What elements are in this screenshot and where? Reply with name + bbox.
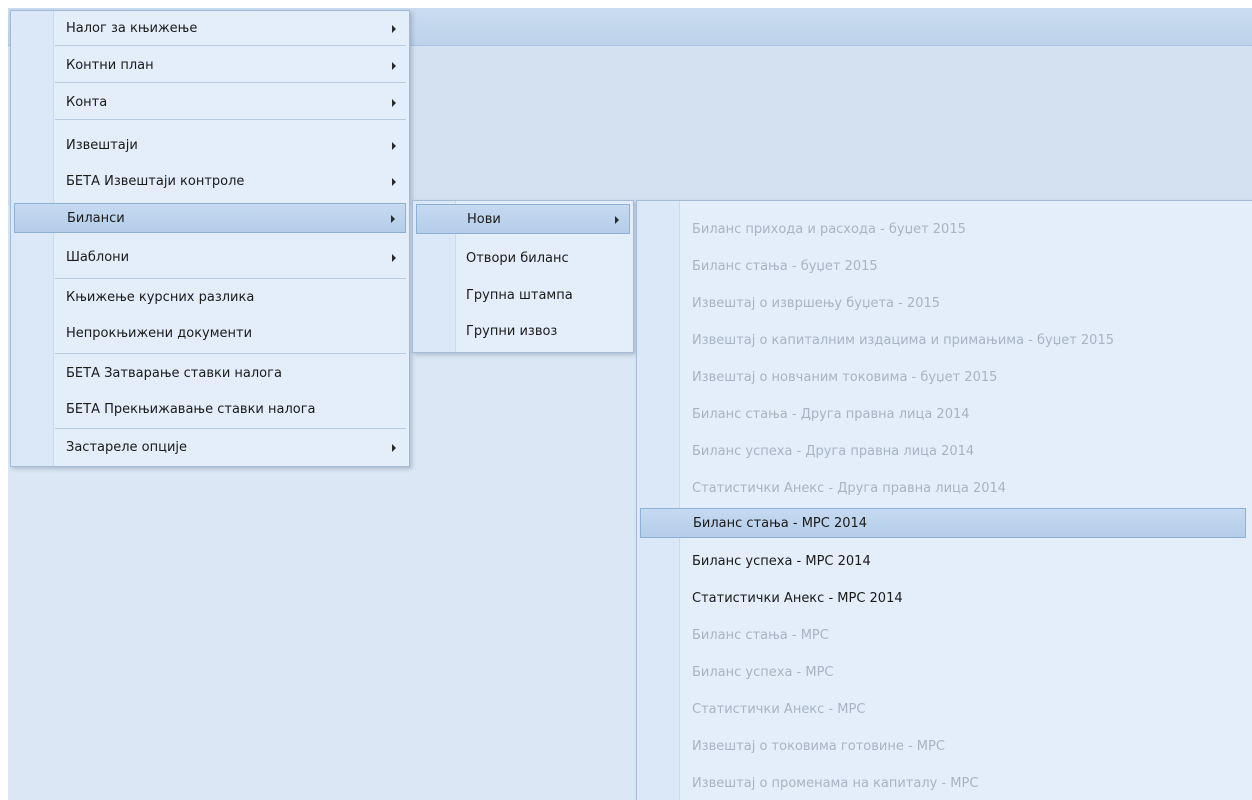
- novi-submenu: Биланс прихода и расхода - буџет 2015 Би…: [636, 200, 1252, 800]
- submenu-arrow-icon: [392, 25, 396, 33]
- menu-item-konta[interactable]: Конта: [14, 88, 406, 118]
- submenu-arrow-icon: [392, 178, 396, 186]
- menu-item-label: Биланс стања - Друга правна лица 2014: [692, 407, 970, 422]
- menu-item-beta-izvestaji-kontrole[interactable]: БЕТА Извештаји контроле: [14, 167, 406, 197]
- main-menu: Налог за књижење Контни план Конта Извеш…: [10, 10, 410, 467]
- menu-item-bilans-stanja-budzet-2015[interactable]: Биланс стања - буџет 2015: [640, 252, 1249, 282]
- menu-item-bilans-stanja-mrs-2014[interactable]: Биланс стања - МРС 2014: [640, 508, 1246, 538]
- menu-separator: [55, 45, 406, 46]
- menu-separator: [55, 428, 406, 429]
- menu-item-novi[interactable]: Нови: [416, 204, 630, 234]
- submenu-arrow-icon: [392, 254, 396, 262]
- menu-item-label: Статистички Анекс - Друга правна лица 20…: [692, 481, 1007, 496]
- menu-item-label: Статистички Анекс - МРС: [692, 702, 866, 717]
- menu-item-bilans-uspeha-druga-pravna-lica-2014[interactable]: Биланс успеха - Друга правна лица 2014: [640, 437, 1249, 467]
- menu-item-label: Биланс прихода и расхода - буџет 2015: [692, 222, 966, 237]
- menu-item-izvestaj-o-izvrsenju-budzeta-2015[interactable]: Извештај о извршењу буџета - 2015: [640, 289, 1249, 319]
- menu-item-label: Нови: [467, 212, 501, 227]
- menu-item-label: Конта: [66, 95, 108, 110]
- menu-item-beta-zatvaranje-stavki-naloga[interactable]: БЕТА Затварање ставки налога: [14, 359, 406, 389]
- menu-item-label: Групни извоз: [466, 324, 558, 339]
- menu-item-grupna-stampa[interactable]: Групна штампа: [416, 281, 630, 311]
- menu-item-label: Статистички Анекс - МРС 2014: [692, 591, 903, 606]
- menu-item-label: Биланс успеха - МРС: [692, 665, 834, 680]
- bilansi-submenu: Нови Отвори биланс Групна штампа Групни …: [412, 200, 634, 353]
- menu-item-label: Биланс успеха - Друга правна лица 2014: [692, 444, 975, 459]
- submenu-arrow-icon: [392, 444, 396, 452]
- submenu-arrow-icon: [392, 142, 396, 150]
- menu-item-label: Извештај о новчаним токовима - буџет 201…: [692, 370, 998, 385]
- menu-item-label: Књижење курсних разлика: [66, 290, 255, 305]
- menu-item-bilans-prihoda-i-rashoda-budzet-2015[interactable]: Биланс прихода и расхода - буџет 2015: [640, 215, 1249, 245]
- menu-item-label: Биланси: [67, 211, 125, 226]
- menu-item-label: Шаблони: [66, 250, 130, 265]
- menu-item-izvestaj-o-tokovima-gotovine-mrs[interactable]: Извештај о токовима готовине - МРС: [640, 732, 1249, 762]
- menu-separator: [55, 119, 406, 120]
- menu-item-label: Отвори биланс: [466, 251, 569, 266]
- menu-item-label: Извештај о капиталним издацима и примањи…: [692, 333, 1114, 348]
- submenu-arrow-icon: [615, 216, 619, 224]
- menu-item-bilansi[interactable]: Биланси: [14, 203, 406, 233]
- menu-separator: [55, 82, 406, 83]
- menu-item-izvestaj-o-novcanim-tokovima-2015[interactable]: Извештај о новчаним токовима - буџет 201…: [640, 363, 1249, 393]
- menu-separator: [55, 278, 406, 279]
- menu-item-label: Групна штампа: [466, 288, 573, 303]
- menu-item-izvestaj-o-kapitalnim-izdacima[interactable]: Извештај о капиталним издацима и примањи…: [640, 326, 1249, 356]
- menu-item-bilans-stanja-druga-pravna-lica-2014[interactable]: Биланс стања - Друга правна лица 2014: [640, 400, 1249, 430]
- menu-item-nalog-za-knjizenje[interactable]: Налог за књижење: [14, 14, 406, 44]
- menu-item-label: Непрокњижени документи: [66, 326, 253, 341]
- menu-item-bilans-uspeha-mrs-2014[interactable]: Биланс успеха - МРС 2014: [640, 547, 1249, 577]
- menu-item-knjizenje-kursnih-razlika[interactable]: Књижење курсних разлика: [14, 283, 406, 313]
- menu-item-kontni-plan[interactable]: Контни план: [14, 51, 406, 81]
- menu-item-beta-preknjizavanje-stavki-naloga[interactable]: БЕТА Прекњижавање ставки налога: [14, 395, 406, 425]
- menu-separator: [55, 353, 406, 354]
- menu-item-zastarele-opcije[interactable]: Застареле опције: [14, 433, 406, 463]
- menu-item-label: Биланс успеха - МРС 2014: [692, 554, 871, 569]
- menu-item-label: Биланс стања - МРС 2014: [693, 516, 868, 531]
- submenu-arrow-icon: [391, 215, 395, 223]
- menu-item-izvestaj-o-promenama-na-kapitalu-mrs[interactable]: Извештај о променама на капиталу - МРС: [640, 769, 1249, 799]
- menu-item-otvori-bilans[interactable]: Отвори биланс: [416, 244, 630, 274]
- menu-item-label: БЕТА Затварање ставки налога: [66, 366, 282, 381]
- menu-item-bilans-uspeha-mrs[interactable]: Биланс успеха - МРС: [640, 658, 1249, 688]
- menu-item-bilans-stanja-mrs[interactable]: Биланс стања - МРС: [640, 621, 1249, 651]
- menu-item-label: Извештај о променама на капиталу - МРС: [692, 776, 979, 791]
- menu-item-label: Биланс стања - буџет 2015: [692, 259, 878, 274]
- menu-item-grupni-izvoz[interactable]: Групни извоз: [416, 317, 630, 347]
- menu-item-statisticki-aneks-mrs[interactable]: Статистички Анекс - МРС: [640, 695, 1249, 725]
- menu-item-izvestaji[interactable]: Извештаји: [14, 131, 406, 161]
- menu-item-neproknjizeni-dokumenti[interactable]: Непрокњижени документи: [14, 319, 406, 349]
- submenu-arrow-icon: [392, 99, 396, 107]
- menu-item-label: Извештај о токовима готовине - МРС: [692, 739, 945, 754]
- menu-item-label: Извештај о извршењу буџета - 2015: [692, 296, 941, 311]
- menu-item-label: БЕТА Извештаји контроле: [66, 174, 245, 189]
- menu-item-label: Биланс стања - МРС: [692, 628, 829, 643]
- menu-item-label: БЕТА Прекњижавање ставки налога: [66, 402, 316, 417]
- menu-item-statisticki-aneks-druga-pravna-lica-2014[interactable]: Статистички Анекс - Друга правна лица 20…: [640, 474, 1249, 504]
- menu-item-label: Застареле опције: [66, 440, 188, 455]
- submenu-arrow-icon: [392, 62, 396, 70]
- menu-item-sabloni[interactable]: Шаблони: [14, 243, 406, 273]
- menu-item-label: Налог за књижење: [66, 21, 198, 36]
- menu-item-statisticki-aneks-mrs-2014[interactable]: Статистички Анекс - МРС 2014: [640, 584, 1249, 614]
- menu-item-label: Контни план: [66, 58, 154, 73]
- menu-item-label: Извештаји: [66, 138, 138, 153]
